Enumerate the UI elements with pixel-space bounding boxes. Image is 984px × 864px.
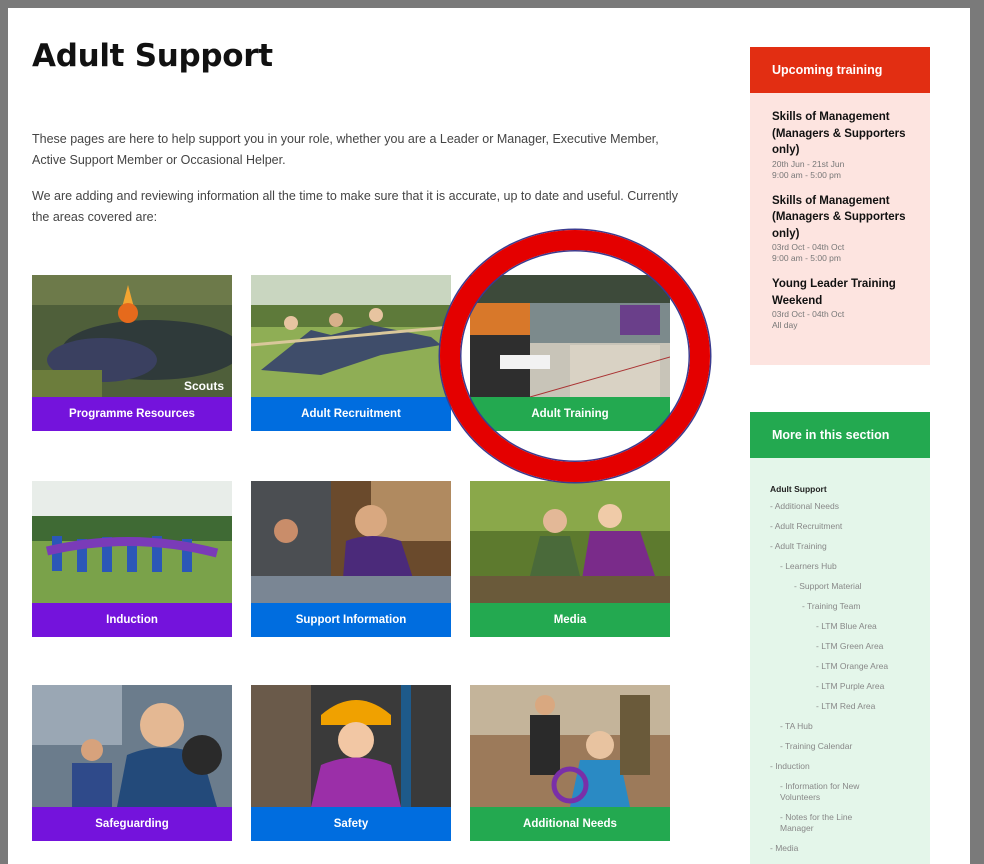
tile-induction[interactable]: Induction <box>32 481 232 637</box>
nav-item[interactable]: - LTM Red Area <box>770 701 920 712</box>
nav-item[interactable]: - Adult Training <box>770 541 920 552</box>
event-title[interactable]: Young Leader Training Weekend <box>772 276 918 309</box>
tile-safeguarding[interactable]: Safeguarding <box>32 685 232 841</box>
tile-label: Safety <box>251 807 451 841</box>
nav-item[interactable]: - Notes for the Line Manager <box>770 812 920 834</box>
nav-item[interactable]: - Support Material <box>770 581 920 592</box>
nav-item[interactable]: - Learners Hub <box>770 561 920 572</box>
tile-label: Support Information <box>251 603 451 637</box>
scouts-logo: Scouts <box>183 379 224 393</box>
event-time: 9:00 am - 5:00 pm <box>772 253 841 263</box>
training-event[interactable]: Skills of Management (Managers & Support… <box>772 109 918 181</box>
tile-image <box>470 481 670 603</box>
page-title: Adult Support <box>32 38 273 74</box>
tile-adult-recruitment[interactable]: Adult Recruitment <box>251 275 451 431</box>
tile-label: Safeguarding <box>32 807 232 841</box>
page: Adult Support These pages are here to he… <box>8 8 970 864</box>
section-nav-panel: More in this section Adult Support - Add… <box>750 412 930 864</box>
event-dates: 03rd Oct - 04th Oct <box>772 242 845 252</box>
nav-item[interactable]: - Information for New Volunteers <box>770 781 920 803</box>
event-time: 9:00 am - 5:00 pm <box>772 169 841 180</box>
tile-additional-needs[interactable]: Additional Needs <box>470 685 670 841</box>
event-title[interactable]: Skills of Management (Managers & Support… <box>772 109 918 159</box>
section-nav-list: Adult Support - Additional Needs - Adult… <box>750 458 930 864</box>
upcoming-training-heading: Upcoming training <box>750 47 930 93</box>
nav-item[interactable]: - LTM Orange Area <box>770 661 920 672</box>
nav-item[interactable]: - TA Hub <box>770 721 920 732</box>
training-event[interactable]: Skills of Management (Managers & Support… <box>772 193 918 265</box>
tile-adult-training[interactable]: Adult Training <box>470 275 670 431</box>
tile-image <box>470 275 670 397</box>
event-dates: 03rd Oct - 04th Oct <box>772 309 845 319</box>
tile-image: Scouts <box>32 275 232 397</box>
tile-image <box>251 275 451 397</box>
nav-item[interactable]: - Induction <box>770 761 920 772</box>
training-event[interactable]: Young Leader Training Weekend 03rd Oct -… <box>772 276 918 331</box>
event-time: All day <box>772 320 798 330</box>
tile-image <box>32 685 232 807</box>
tile-label: Additional Needs <box>470 807 670 841</box>
tile-image <box>251 685 451 807</box>
event-title[interactable]: Skills of Management (Managers & Support… <box>772 193 918 243</box>
nav-item[interactable]: - Training Team <box>770 601 920 612</box>
tile-image <box>32 481 232 603</box>
tile-label: Induction <box>32 603 232 637</box>
nav-item[interactable]: - LTM Purple Area <box>770 681 920 692</box>
nav-item[interactable]: - LTM Green Area <box>770 641 920 652</box>
tile-safety[interactable]: Safety <box>251 685 451 841</box>
tile-label: Adult Training <box>470 397 670 431</box>
training-list: Skills of Management (Managers & Support… <box>750 93 930 365</box>
tile-label: Media <box>470 603 670 637</box>
tile-programme-resources[interactable]: Scouts Programme Resources <box>32 275 232 431</box>
nav-item[interactable]: - Media <box>770 843 920 854</box>
nav-item[interactable]: - LTM Blue Area <box>770 621 920 632</box>
intro-paragraph-1: These pages are here to help support you… <box>32 132 659 167</box>
tile-label: Adult Recruitment <box>251 397 451 431</box>
nav-item[interactable]: - Training Calendar <box>770 741 920 752</box>
upcoming-training-panel: Upcoming training Skills of Management (… <box>750 47 930 365</box>
tile-label: Programme Resources <box>32 397 232 431</box>
tile-image <box>470 685 670 807</box>
tile-support-information[interactable]: Support Information <box>251 481 451 637</box>
section-nav-heading: More in this section <box>750 412 930 458</box>
nav-item[interactable]: - Additional Needs <box>770 501 920 512</box>
tile-image <box>251 481 451 603</box>
nav-item[interactable]: - Adult Recruitment <box>770 521 920 532</box>
event-dates: 20th Jun - 21st Jun <box>772 158 845 169</box>
nav-root-link[interactable]: Adult Support <box>770 484 920 494</box>
tile-media[interactable]: Media <box>470 481 670 637</box>
intro-paragraph-2: We are adding and reviewing information … <box>32 189 678 224</box>
